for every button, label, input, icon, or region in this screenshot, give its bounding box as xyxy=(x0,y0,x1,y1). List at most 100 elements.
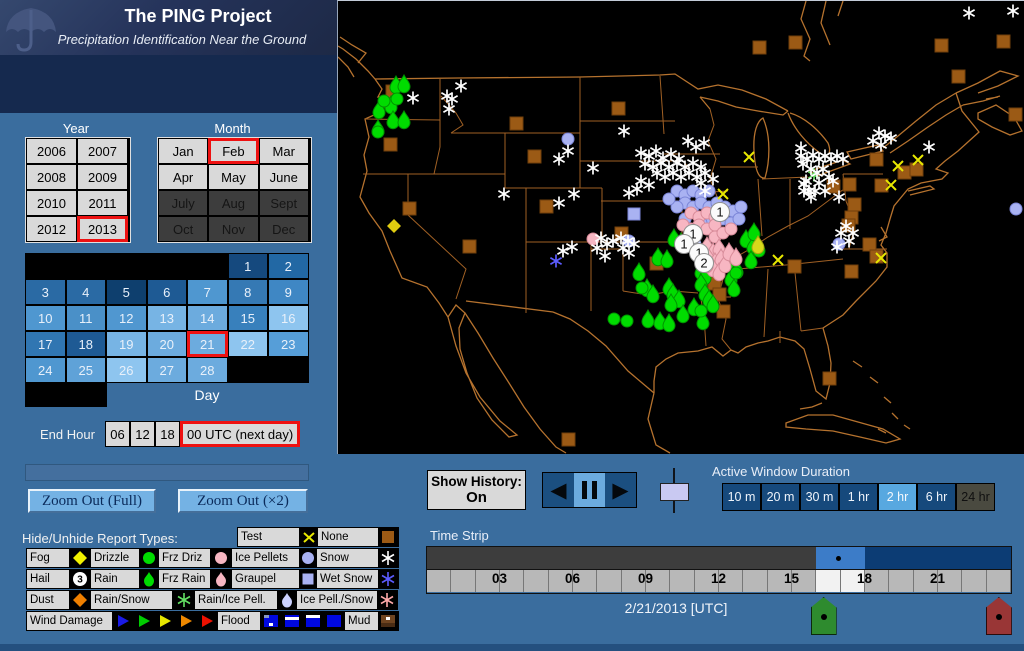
month-cell-Mar[interactable]: Mar xyxy=(258,138,309,164)
day-cell-24[interactable]: 24 xyxy=(25,357,66,383)
flood-3-icon[interactable] xyxy=(303,612,323,630)
end-hour-06[interactable]: 06 xyxy=(105,421,130,447)
day-cell-13[interactable]: 13 xyxy=(146,305,187,331)
day-cell-5[interactable]: 5 xyxy=(106,279,147,305)
flake-blue-icon[interactable] xyxy=(379,570,397,588)
legend-label-graupel[interactable]: Graupel xyxy=(232,570,299,588)
day-cell-18[interactable]: 18 xyxy=(65,331,106,357)
tri-blue-icon[interactable] xyxy=(113,612,133,630)
tri-red-icon[interactable] xyxy=(197,612,217,630)
day-cell-19[interactable]: 19 xyxy=(106,331,147,357)
day-cell-28[interactable]: 28 xyxy=(187,357,228,383)
hour-cell-7[interactable] xyxy=(597,570,622,592)
radar-map[interactable]: 11112 xyxy=(337,0,1024,454)
day-cell-4[interactable]: 4 xyxy=(65,279,106,305)
day-cell-6[interactable]: 6 xyxy=(146,279,187,305)
hour-cell-1[interactable] xyxy=(451,570,476,592)
hour-cell-16[interactable] xyxy=(816,570,841,592)
legend-label-wind-damage[interactable]: Wind Damage xyxy=(27,612,112,630)
month-cell-June[interactable]: June xyxy=(258,164,309,190)
day-cell-3[interactable]: 3 xyxy=(25,279,66,305)
legend-label-rain-snow[interactable]: Rain/Snow xyxy=(91,591,172,609)
diamond-yellow-icon[interactable] xyxy=(70,549,90,567)
legend-label-frz-driz[interactable]: Frz Driz xyxy=(159,549,210,567)
legend-label-flood[interactable]: Flood xyxy=(218,612,260,630)
hour-cell-22[interactable] xyxy=(962,570,987,592)
duration-20m[interactable]: 20 m xyxy=(761,483,800,511)
day-cell-11[interactable]: 11 xyxy=(65,305,106,331)
pause-button[interactable] xyxy=(574,473,605,507)
duration-6hr[interactable]: 6 hr xyxy=(917,483,956,511)
day-cell-27[interactable]: 27 xyxy=(146,357,187,383)
hour-cell-19[interactable] xyxy=(889,570,914,592)
step-back-button[interactable]: ◀ xyxy=(543,473,574,507)
zoom-out-x2-button[interactable]: Zoom Out (×2) xyxy=(178,489,308,513)
legend-label-frz-rain[interactable]: Frz Rain xyxy=(159,570,210,588)
legend-label-rain[interactable]: Rain xyxy=(91,570,139,588)
month-cell-Feb[interactable]: Feb xyxy=(208,138,259,164)
day-cell-2[interactable]: 2 xyxy=(268,253,309,279)
flake-green-icon[interactable] xyxy=(173,591,194,609)
step-forward-button[interactable]: ▶ xyxy=(605,473,636,507)
legend-label-drizzle[interactable]: Drizzle xyxy=(91,549,139,567)
flood-4-icon[interactable] xyxy=(324,612,344,630)
day-cell-20[interactable]: 20 xyxy=(146,331,187,357)
day-cell-1[interactable]: 1 xyxy=(227,253,268,279)
hour-cell-13[interactable] xyxy=(743,570,768,592)
year-cell-2010[interactable]: 2010 xyxy=(26,190,77,216)
legend-label-ice-pellets[interactable]: Ice Pellets xyxy=(232,549,299,567)
year-cell-2006[interactable]: 2006 xyxy=(26,138,77,164)
day-cell-16[interactable]: 16 xyxy=(268,305,309,331)
hail-count-icon[interactable]: 3 xyxy=(70,570,90,588)
legend-label-none[interactable]: None xyxy=(318,528,378,546)
legend-label-snow[interactable]: Snow xyxy=(317,549,378,567)
hour-cell-4[interactable] xyxy=(524,570,549,592)
day-cell-21[interactable]: 21 xyxy=(187,331,228,357)
duration-2hr[interactable]: 2 hr xyxy=(878,483,917,511)
day-cell-12[interactable]: 12 xyxy=(106,305,147,331)
legend-label-rain-ice-pell-[interactable]: Rain/Ice Pell. xyxy=(195,591,277,609)
end-hour-00 UTC (next day)[interactable]: 00 UTC (next day) xyxy=(180,421,301,447)
square-lavender-icon[interactable] xyxy=(300,570,316,588)
duration-30m[interactable]: 30 m xyxy=(800,483,839,511)
day-cell-8[interactable]: 8 xyxy=(227,279,268,305)
legend-label-wet-snow[interactable]: Wet Snow xyxy=(317,570,378,588)
day-cell-10[interactable]: 10 xyxy=(25,305,66,331)
show-history-button[interactable]: Show History: On xyxy=(427,470,526,510)
day-cell-23[interactable]: 23 xyxy=(268,331,309,357)
speed-slider-handle[interactable] xyxy=(660,483,689,501)
hour-cell-23[interactable] xyxy=(986,570,1011,592)
legend-label-test[interactable]: Test xyxy=(238,528,299,546)
circle-green-icon[interactable] xyxy=(140,549,158,567)
zoom-out-full-button[interactable]: Zoom Out (Full) xyxy=(28,489,156,513)
circle-lavender-icon[interactable] xyxy=(300,549,316,567)
day-cell-15[interactable]: 15 xyxy=(227,305,268,331)
month-cell-May[interactable]: May xyxy=(208,164,259,190)
day-cell-22[interactable]: 22 xyxy=(227,331,268,357)
legend-label-fog[interactable]: Fog xyxy=(27,549,69,567)
drop-pink-icon[interactable] xyxy=(211,570,231,588)
hour-cell-0[interactable] xyxy=(427,570,452,592)
hour-cell-10[interactable] xyxy=(670,570,695,592)
drop-green-icon[interactable] xyxy=(140,570,158,588)
flood-2-icon[interactable] xyxy=(282,612,302,630)
legend-label-hail[interactable]: Hail xyxy=(27,570,69,588)
end-hour-18[interactable]: 18 xyxy=(155,421,180,447)
tri-orange-icon[interactable] xyxy=(176,612,196,630)
legend-label-dust[interactable]: Dust xyxy=(27,591,69,609)
day-cell-25[interactable]: 25 xyxy=(65,357,106,383)
duration-10m[interactable]: 10 m xyxy=(722,483,761,511)
year-cell-2011[interactable]: 2011 xyxy=(77,190,128,216)
year-cell-2008[interactable]: 2008 xyxy=(26,164,77,190)
diamond-orange-icon[interactable] xyxy=(70,591,90,609)
day-cell-9[interactable]: 9 xyxy=(268,279,309,305)
legend-label-mud[interactable]: Mud xyxy=(345,612,378,630)
year-cell-2012[interactable]: 2012 xyxy=(26,216,77,242)
circle-pink-icon[interactable] xyxy=(211,549,231,567)
flake-pink-icon[interactable] xyxy=(378,591,396,609)
day-cell-7[interactable]: 7 xyxy=(187,279,228,305)
flood-1-icon[interactable] xyxy=(261,612,281,630)
day-cell-26[interactable]: 26 xyxy=(106,357,147,383)
year-cell-2007[interactable]: 2007 xyxy=(77,138,128,164)
flake-white-icon[interactable] xyxy=(379,549,397,567)
